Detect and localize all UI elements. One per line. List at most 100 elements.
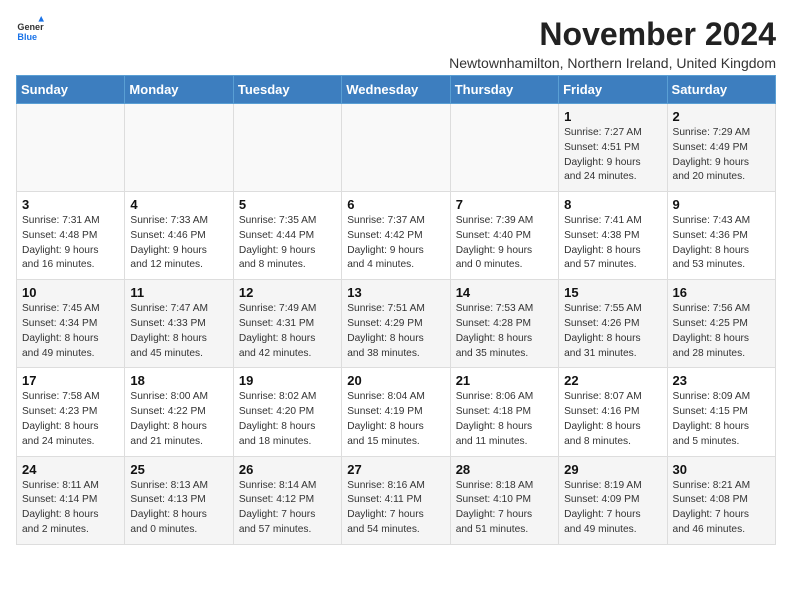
calendar-cell: 9 Sunrise: 7:43 AM Sunset: 4:36 PM Daylig… — [667, 192, 775, 280]
cell-content: Sunrise: 7:47 AM Sunset: 4:33 PM Dayligh… — [130, 302, 227, 361]
cell-content: Sunrise: 8:21 AM Sunset: 4:08 PM Dayligh… — [673, 479, 770, 538]
day-number: 25 — [130, 462, 227, 477]
cell-content: Sunrise: 7:45 AM Sunset: 4:34 PM Dayligh… — [22, 302, 119, 361]
column-header-sunday: Sunday — [17, 76, 125, 104]
day-number: 16 — [673, 285, 770, 300]
calendar-cell: 6 Sunrise: 7:37 AM Sunset: 4:42 PM Daylig… — [342, 192, 450, 280]
day-number: 6 — [347, 197, 444, 212]
calendar-header-row: SundayMondayTuesdayWednesdayThursdayFrid… — [17, 76, 776, 104]
cell-content: Sunrise: 8:02 AM Sunset: 4:20 PM Dayligh… — [239, 390, 336, 449]
calendar-cell: 7 Sunrise: 7:39 AM Sunset: 4:40 PM Daylig… — [450, 192, 558, 280]
calendar-cell: 26Sunrise: 8:14 AM Sunset: 4:12 PM Dayli… — [233, 456, 341, 544]
cell-content: Sunrise: 7:33 AM Sunset: 4:46 PM Dayligh… — [130, 214, 227, 273]
calendar-week-row: 24 Sunrise: 8:11 AM Sunset: 4:14 PM Dayli… — [17, 456, 776, 544]
cell-content: Sunrise: 7:51 AM Sunset: 4:29 PM Dayligh… — [347, 302, 444, 361]
cell-content: Sunrise: 8:09 AM Sunset: 4:15 PM Dayligh… — [673, 390, 770, 449]
calendar-cell: 13 Sunrise: 7:51 AM Sunset: 4:29 PM Dayli… — [342, 280, 450, 368]
calendar-cell: 28 Sunrise: 8:18 AM Sunset: 4:10 PM Dayli… — [450, 456, 558, 544]
column-header-monday: Monday — [125, 76, 233, 104]
calendar-cell: 15Sunrise: 7:55 AM Sunset: 4:26 PM Dayli… — [559, 280, 667, 368]
page-header: General Blue November 2024 Newtownhamilt… — [16, 16, 776, 71]
cell-content: Sunrise: 8:11 AM Sunset: 4:14 PM Dayligh… — [22, 479, 119, 538]
calendar-cell: 2 Sunrise: 7:29 AM Sunset: 4:49 PM Daylig… — [667, 104, 775, 192]
calendar-cell: 16 Sunrise: 7:56 AM Sunset: 4:25 PM Dayli… — [667, 280, 775, 368]
column-header-tuesday: Tuesday — [233, 76, 341, 104]
calendar-cell: 11 Sunrise: 7:47 AM Sunset: 4:33 PM Dayli… — [125, 280, 233, 368]
calendar-cell: 14 Sunrise: 7:53 AM Sunset: 4:28 PM Dayli… — [450, 280, 558, 368]
day-number: 21 — [456, 373, 553, 388]
day-number: 28 — [456, 462, 553, 477]
column-header-saturday: Saturday — [667, 76, 775, 104]
calendar-cell: 5Sunrise: 7:35 AM Sunset: 4:44 PM Daylig… — [233, 192, 341, 280]
logo: General Blue — [16, 16, 44, 44]
day-number: 29 — [564, 462, 661, 477]
calendar-week-row: 1Sunrise: 7:27 AM Sunset: 4:51 PM Daylig… — [17, 104, 776, 192]
calendar-cell: 18Sunrise: 8:00 AM Sunset: 4:22 PM Dayli… — [125, 368, 233, 456]
cell-content: Sunrise: 7:56 AM Sunset: 4:25 PM Dayligh… — [673, 302, 770, 361]
svg-text:General: General — [17, 22, 44, 32]
calendar-cell: 23 Sunrise: 8:09 AM Sunset: 4:15 PM Dayli… — [667, 368, 775, 456]
calendar-cell: 21 Sunrise: 8:06 AM Sunset: 4:18 PM Dayli… — [450, 368, 558, 456]
calendar-cell: 1Sunrise: 7:27 AM Sunset: 4:51 PM Daylig… — [559, 104, 667, 192]
day-number: 3 — [22, 197, 119, 212]
cell-content: Sunrise: 7:43 AM Sunset: 4:36 PM Dayligh… — [673, 214, 770, 273]
calendar-cell: 17 Sunrise: 7:58 AM Sunset: 4:23 PM Dayli… — [17, 368, 125, 456]
calendar-cell: 19 Sunrise: 8:02 AM Sunset: 4:20 PM Dayli… — [233, 368, 341, 456]
calendar-week-row: 17 Sunrise: 7:58 AM Sunset: 4:23 PM Dayli… — [17, 368, 776, 456]
calendar-week-row: 10Sunrise: 7:45 AM Sunset: 4:34 PM Dayli… — [17, 280, 776, 368]
day-number: 27 — [347, 462, 444, 477]
cell-content: Sunrise: 7:35 AM Sunset: 4:44 PM Dayligh… — [239, 214, 336, 273]
cell-content: Sunrise: 7:58 AM Sunset: 4:23 PM Dayligh… — [22, 390, 119, 449]
cell-content: Sunrise: 8:19 AM Sunset: 4:09 PM Dayligh… — [564, 479, 661, 538]
cell-content: Sunrise: 8:04 AM Sunset: 4:19 PM Dayligh… — [347, 390, 444, 449]
calendar-cell — [17, 104, 125, 192]
calendar-cell: 27Sunrise: 8:16 AM Sunset: 4:11 PM Dayli… — [342, 456, 450, 544]
day-number: 23 — [673, 373, 770, 388]
column-header-wednesday: Wednesday — [342, 76, 450, 104]
cell-content: Sunrise: 7:29 AM Sunset: 4:49 PM Dayligh… — [673, 126, 770, 185]
cell-content: Sunrise: 8:06 AM Sunset: 4:18 PM Dayligh… — [456, 390, 553, 449]
day-number: 15 — [564, 285, 661, 300]
cell-content: Sunrise: 7:41 AM Sunset: 4:38 PM Dayligh… — [564, 214, 661, 273]
page-title: November 2024 — [449, 16, 776, 53]
calendar-cell: 30 Sunrise: 8:21 AM Sunset: 4:08 PM Dayli… — [667, 456, 775, 544]
day-number: 13 — [347, 285, 444, 300]
cell-content: Sunrise: 8:14 AM Sunset: 4:12 PM Dayligh… — [239, 479, 336, 538]
calendar-cell: 4 Sunrise: 7:33 AM Sunset: 4:46 PM Daylig… — [125, 192, 233, 280]
calendar-table: SundayMondayTuesdayWednesdayThursdayFrid… — [16, 75, 776, 545]
day-number: 19 — [239, 373, 336, 388]
calendar-cell — [233, 104, 341, 192]
day-number: 30 — [673, 462, 770, 477]
calendar-cell: 12 Sunrise: 7:49 AM Sunset: 4:31 PM Dayli… — [233, 280, 341, 368]
day-number: 2 — [673, 109, 770, 124]
logo-icon: General Blue — [16, 16, 44, 44]
calendar-week-row: 3Sunrise: 7:31 AM Sunset: 4:48 PM Daylig… — [17, 192, 776, 280]
day-number: 4 — [130, 197, 227, 212]
day-number: 20 — [347, 373, 444, 388]
cell-content: Sunrise: 7:27 AM Sunset: 4:51 PM Dayligh… — [564, 126, 661, 185]
cell-content: Sunrise: 7:49 AM Sunset: 4:31 PM Dayligh… — [239, 302, 336, 361]
day-number: 12 — [239, 285, 336, 300]
day-number: 8 — [564, 197, 661, 212]
calendar-cell: 20 Sunrise: 8:04 AM Sunset: 4:19 PM Dayli… — [342, 368, 450, 456]
day-number: 14 — [456, 285, 553, 300]
page-subtitle: Newtownhamilton, Northern Ireland, Unite… — [449, 55, 776, 71]
cell-content: Sunrise: 8:18 AM Sunset: 4:10 PM Dayligh… — [456, 479, 553, 538]
day-number: 9 — [673, 197, 770, 212]
day-number: 7 — [456, 197, 553, 212]
calendar-cell — [450, 104, 558, 192]
cell-content: Sunrise: 8:13 AM Sunset: 4:13 PM Dayligh… — [130, 479, 227, 538]
calendar-cell: 22Sunrise: 8:07 AM Sunset: 4:16 PM Dayli… — [559, 368, 667, 456]
svg-text:Blue: Blue — [17, 32, 37, 42]
calendar-cell: 24 Sunrise: 8:11 AM Sunset: 4:14 PM Dayli… — [17, 456, 125, 544]
column-header-friday: Friday — [559, 76, 667, 104]
day-number: 17 — [22, 373, 119, 388]
day-number: 11 — [130, 285, 227, 300]
cell-content: Sunrise: 7:39 AM Sunset: 4:40 PM Dayligh… — [456, 214, 553, 273]
day-number: 24 — [22, 462, 119, 477]
cell-content: Sunrise: 7:37 AM Sunset: 4:42 PM Dayligh… — [347, 214, 444, 273]
title-area: November 2024 Newtownhamilton, Northern … — [449, 16, 776, 71]
calendar-cell — [125, 104, 233, 192]
calendar-cell: 25 Sunrise: 8:13 AM Sunset: 4:13 PM Dayli… — [125, 456, 233, 544]
cell-content: Sunrise: 7:53 AM Sunset: 4:28 PM Dayligh… — [456, 302, 553, 361]
